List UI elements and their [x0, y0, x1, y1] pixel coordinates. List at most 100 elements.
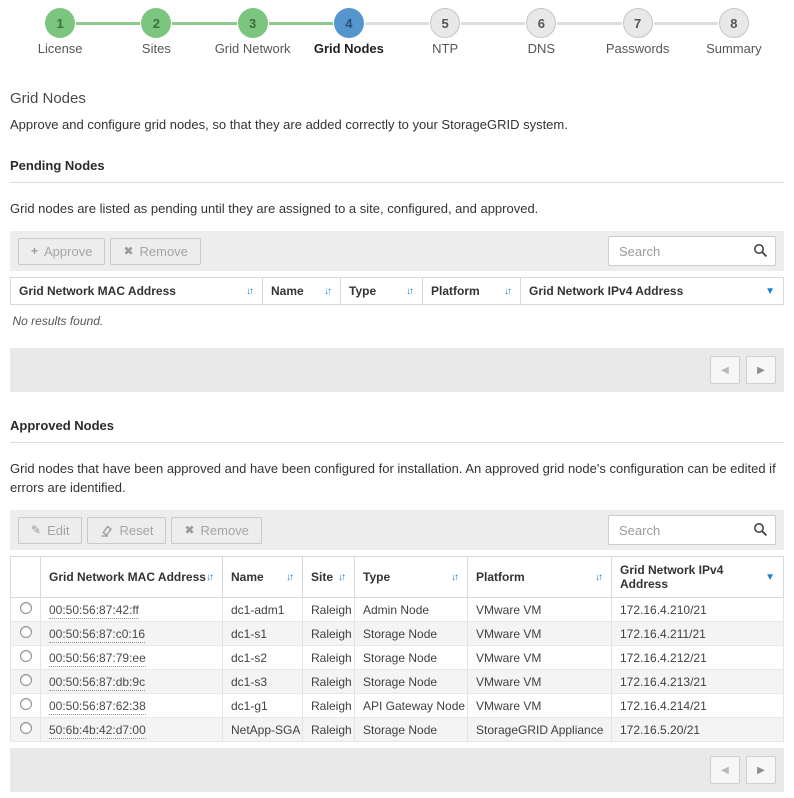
approve-button[interactable]: + Approve — [18, 238, 105, 265]
step-grid-nodes[interactable]: 4Grid Nodes — [301, 8, 397, 56]
step-label: NTP — [397, 41, 493, 56]
mac-address-link[interactable]: 00:50:56:87:42:ff — [49, 603, 139, 619]
x-icon: ✖ — [184, 523, 194, 537]
site-cell: Raleigh — [303, 622, 355, 646]
approved-col-mac[interactable]: Grid Network MAC Address ↓↑ — [41, 557, 223, 598]
chevron-down-icon: ▼ — [765, 572, 775, 583]
ip-cell: 172.16.5.20/21 — [612, 718, 784, 742]
type-cell: Storage Node — [355, 670, 468, 694]
reset-button[interactable]: Reset — [87, 517, 166, 544]
approved-col-site[interactable]: Site ↓↑ — [303, 557, 355, 598]
step-ntp[interactable]: 5 NTP — [397, 8, 493, 56]
platform-cell: VMware VM — [468, 646, 612, 670]
type-cell: Storage Node — [355, 646, 468, 670]
table-row[interactable]: 00:50:56:87:db:9cdc1-s3RaleighStorage No… — [11, 670, 784, 694]
sort-icon: ↓↑ — [324, 286, 332, 297]
step-number: 5 — [430, 8, 460, 38]
platform-cell: VMware VM — [468, 598, 612, 622]
step-summary[interactable]: 8Summary — [686, 8, 782, 56]
pending-col-ipv4[interactable]: Grid Network IPv4 Address ▼ — [521, 278, 784, 305]
step-grid-network[interactable]: 3Grid Network — [205, 8, 301, 56]
row-select-radio[interactable] — [20, 722, 32, 734]
table-row[interactable]: 00:50:56:87:42:ffdc1-adm1RaleighAdmin No… — [11, 598, 784, 622]
previous-page-button[interactable]: ◀ — [710, 756, 740, 784]
step-dns[interactable]: 6DNS — [493, 8, 589, 56]
search-input[interactable] — [608, 236, 776, 266]
next-page-button[interactable]: ▶ — [746, 356, 776, 384]
name-cell: dc1-s2 — [223, 646, 303, 670]
type-cell: Storage Node — [355, 622, 468, 646]
sort-icon: ↓↑ — [286, 572, 294, 583]
next-arrow-icon: ▶ — [757, 365, 765, 376]
previous-page-button[interactable]: ◀ — [710, 356, 740, 384]
step-license[interactable]: 1License — [12, 8, 108, 56]
mac-address-link[interactable]: 00:50:56:87:62:38 — [49, 699, 146, 715]
approved-button-group: ✎ Edit Reset ✖ Remove — [18, 517, 262, 544]
row-select-radio[interactable] — [20, 626, 32, 638]
row-select-radio[interactable] — [20, 650, 32, 662]
mac-cell: 00:50:56:87:62:38 — [41, 694, 223, 718]
pending-nodes-description: Grid nodes are listed as pending until t… — [10, 199, 784, 218]
table-row[interactable]: 00:50:56:87:62:38dc1-g1RaleighAPI Gatewa… — [11, 694, 784, 718]
pencil-icon: ✎ — [31, 523, 41, 537]
chevron-down-icon: ▼ — [765, 286, 775, 297]
row-select-radio[interactable] — [20, 698, 32, 710]
sort-icon: ↓↑ — [504, 286, 512, 297]
pending-col-mac[interactable]: Grid Network MAC Address ↓↑ — [11, 278, 263, 305]
pending-search — [608, 236, 776, 266]
sort-icon: ↓↑ — [451, 572, 459, 583]
edit-button-label: Edit — [47, 523, 69, 538]
remove-button[interactable]: ✖ Remove — [171, 517, 261, 544]
mac-address-link[interactable]: 00:50:56:87:db:9c — [49, 675, 145, 691]
mac-address-link[interactable]: 00:50:56:87:c0:16 — [49, 627, 145, 643]
pending-col-type[interactable]: Type ↓↑ — [341, 278, 423, 305]
eraser-icon — [100, 524, 113, 537]
table-row[interactable]: 00:50:56:87:79:ee dc1-s2RaleighStorage No… — [11, 646, 784, 670]
mac-cell: 00:50:56:87:42:ff — [41, 598, 223, 622]
name-cell: dc1-g1 — [223, 694, 303, 718]
table-row[interactable]: 00:50:56:87:c0:16dc1-s1RaleighStorage No… — [11, 622, 784, 646]
approved-nodes-description: Grid nodes that have been approved and h… — [10, 459, 784, 497]
approved-col-platform[interactable]: Platform ↓↑ — [468, 557, 612, 598]
step-number: 1 — [45, 8, 75, 38]
step-label: Sites — [108, 41, 204, 56]
step-label: Passwords — [590, 41, 686, 56]
row-select-radio[interactable] — [20, 602, 32, 614]
stepper: 1License 2 Sites3Grid Network4Grid Nodes 5 N… — [10, 0, 784, 56]
approved-col-type[interactable]: Type ↓↑ — [355, 557, 468, 598]
step-number: 4 — [334, 8, 364, 38]
next-page-button[interactable]: ▶ — [746, 756, 776, 784]
platform-cell: StorageGRID Appliance — [468, 718, 612, 742]
step-passwords[interactable]: 7Passwords — [590, 8, 686, 56]
search-input[interactable] — [608, 515, 776, 545]
pending-col-platform[interactable]: Platform ↓↑ — [423, 278, 521, 305]
sort-icon: ↓↑ — [406, 286, 414, 297]
approved-col-ipv4[interactable]: Grid Network IPv4 Address ▼ — [612, 557, 784, 598]
pending-table-footer: ◀ ▶ — [10, 348, 784, 392]
plus-icon: + — [31, 244, 38, 258]
previous-arrow-icon: ◀ — [721, 765, 729, 776]
approved-col-name[interactable]: Name ↓↑ — [223, 557, 303, 598]
mac-cell: 00:50:56:87:c0:16 — [41, 622, 223, 646]
step-number: 2 — [141, 8, 171, 38]
step-label: Summary — [686, 41, 782, 56]
approved-search — [608, 515, 776, 545]
pending-col-name[interactable]: Name ↓↑ — [263, 278, 341, 305]
approved-toolbar: ✎ Edit Reset ✖ Remove — [10, 510, 784, 550]
site-cell: Raleigh — [303, 646, 355, 670]
row-select-radio[interactable] — [20, 674, 32, 686]
sort-icon: ↓↑ — [338, 572, 346, 583]
edit-button[interactable]: ✎ Edit — [18, 517, 82, 544]
pending-nodes-table: Grid Network MAC Address ↓↑ Name ↓↑ Type… — [10, 277, 784, 342]
mac-cell: 00:50:56:87:db:9c — [41, 670, 223, 694]
mac-address-link[interactable]: 00:50:56:87:79:ee — [49, 651, 146, 667]
table-row[interactable]: 50:6b:4b:42:d7:00NetApp-SGARaleighStorag… — [11, 718, 784, 742]
step-label: DNS — [493, 41, 589, 56]
sort-icon: ↓↑ — [595, 572, 603, 583]
mac-address-link[interactable]: 50:6b:4b:42:d7:00 — [49, 723, 146, 739]
step-sites[interactable]: 2 Sites — [108, 8, 204, 56]
install-wizard-page: 1License 2 Sites3Grid Network4Grid Nodes 5 N… — [0, 0, 794, 798]
remove-button[interactable]: ✖ Remove — [110, 238, 200, 265]
pending-toolbar: + Approve ✖ Remove — [10, 231, 784, 271]
step-label: Grid Network — [205, 41, 301, 56]
